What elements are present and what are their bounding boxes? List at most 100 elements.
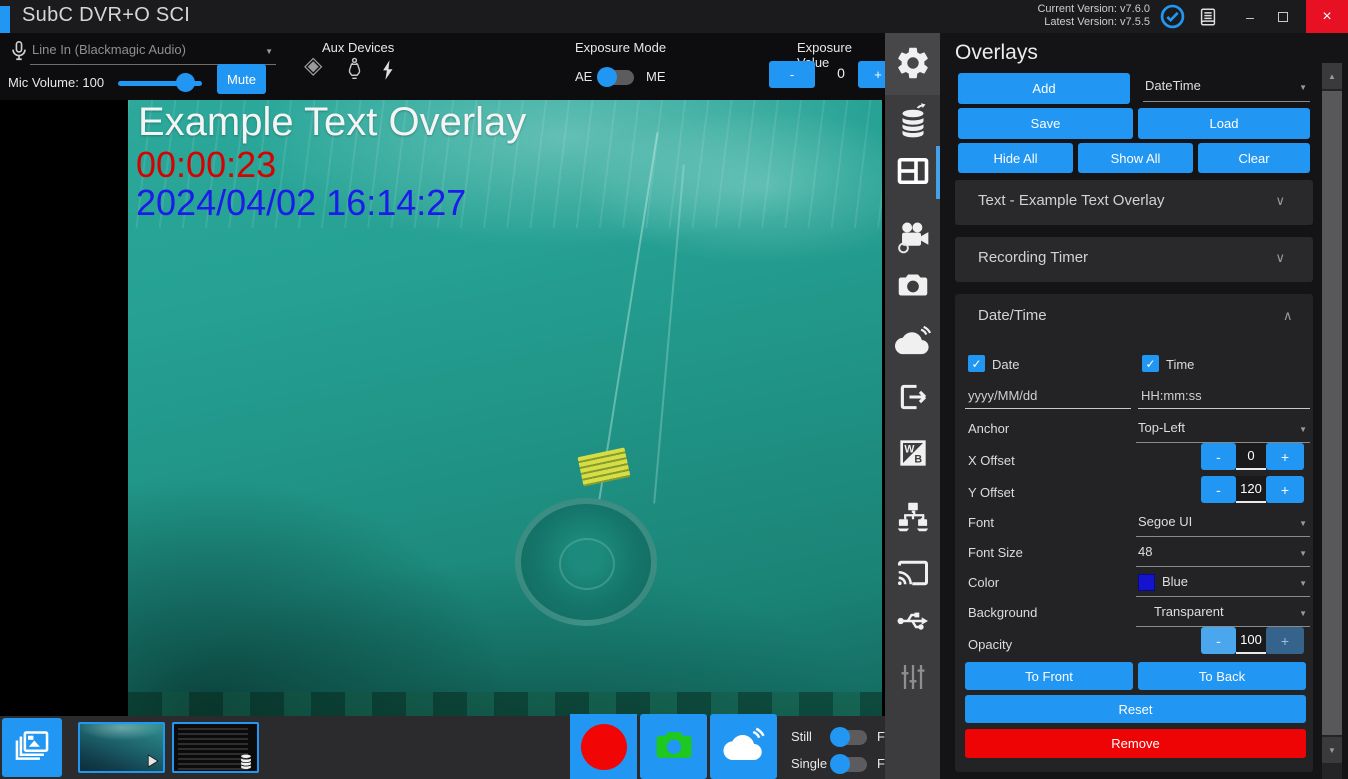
sidebar-item-usb[interactable] (885, 601, 940, 645)
color-dropdown[interactable]: Blue ▼ (1136, 571, 1310, 597)
gear-icon (894, 44, 932, 87)
media-gallery-button[interactable] (2, 718, 62, 777)
section-text-overlay[interactable]: Text - Example Text Overlay ∨ (955, 180, 1313, 225)
mic-volume-slider-knob[interactable] (176, 73, 195, 92)
still-toggle[interactable] (833, 730, 867, 745)
anchor-dropdown[interactable]: Top-Left ▼ (1136, 417, 1310, 443)
reset-button[interactable]: Reset (965, 695, 1306, 723)
background-dropdown[interactable]: Transparent ▼ (1136, 601, 1310, 627)
chevron-down-icon: ∨ (1275, 193, 1285, 209)
aux-strobe-icon[interactable] (379, 56, 397, 84)
x-offset-minus-button[interactable]: - (1201, 443, 1236, 470)
ae-label: AE (575, 69, 592, 84)
sidebar-item-overlays[interactable] (885, 151, 940, 195)
minimize-button[interactable]: – (1233, 0, 1267, 33)
cloud-upload-button[interactable] (710, 714, 777, 779)
bottom-bar: Still F Single F (0, 716, 885, 779)
scrollbar-up-arrow[interactable]: ▲ (1322, 63, 1342, 89)
time-checkbox[interactable]: ✓ (1142, 355, 1159, 372)
export-arrow-icon (896, 380, 930, 419)
audio-input-value: Line In (Blackmagic Audio) (32, 42, 186, 57)
x-offset-plus-button[interactable]: + (1266, 443, 1304, 470)
show-all-button[interactable]: Show All (1078, 143, 1193, 173)
icon-sidebar: WB (885, 33, 940, 779)
sidebar-item-network[interactable] (885, 497, 940, 541)
chevron-down-icon: ▼ (1299, 83, 1307, 92)
single-toggle[interactable] (833, 757, 867, 772)
chevron-up-icon[interactable]: ∧ (1283, 308, 1293, 324)
still-toggle-knob (830, 727, 850, 747)
app-accent-mark (0, 6, 10, 33)
to-front-button[interactable]: To Front (965, 662, 1133, 690)
yellow-tag (577, 447, 630, 486)
maximize-button[interactable] (1266, 0, 1300, 33)
chevron-down-icon: ▼ (1299, 579, 1307, 588)
sidebar-item-export[interactable] (885, 377, 940, 421)
to-back-button[interactable]: To Back (1138, 662, 1306, 690)
aux-lantern-icon[interactable] (344, 55, 365, 85)
section-datetime-title[interactable]: Date/Time (978, 307, 1047, 324)
latest-version: Latest Version: v7.5.5 (990, 16, 1150, 29)
add-overlay-button[interactable]: Add (958, 73, 1130, 104)
opacity-minus-button[interactable]: - (1201, 627, 1236, 654)
record-button[interactable] (570, 714, 637, 779)
sidebar-item-settings[interactable] (885, 43, 940, 87)
exposure-value-minus-button[interactable]: - (769, 61, 815, 88)
sidebar-item-cast[interactable] (885, 553, 940, 597)
audio-input-dropdown[interactable]: Line In (Blackmagic Audio) ▼ (30, 39, 276, 65)
close-button[interactable]: × (1306, 0, 1348, 33)
single-partial-label: F (877, 756, 885, 771)
current-version: Current Version: v7.6.0 (990, 3, 1150, 16)
aux-diamond-icon[interactable]: ◈ (304, 51, 322, 80)
manual-book-icon[interactable] (1197, 6, 1219, 28)
x-offset-value[interactable]: 0 (1236, 443, 1266, 470)
video-preview[interactable]: Example Text Overlay 00:00:23 2024/04/02… (128, 100, 882, 716)
x-offset-label: X Offset (968, 453, 1015, 468)
y-offset-minus-button[interactable]: - (1201, 476, 1236, 503)
data-log-thumbnail[interactable] (172, 722, 259, 773)
date-format-input[interactable]: yyyy/MM/dd (965, 385, 1131, 409)
hide-all-button[interactable]: Hide All (958, 143, 1073, 173)
sidebar-item-adjustments[interactable] (885, 657, 940, 701)
still-label: Still (791, 729, 812, 744)
section-recording-timer[interactable]: Recording Timer ∨ (955, 237, 1313, 282)
network-devices-icon (895, 499, 931, 540)
snapshot-button[interactable] (640, 714, 707, 779)
record-icon (581, 724, 627, 770)
sidebar-item-data-storage[interactable] (885, 101, 940, 145)
font-dropdown[interactable]: Segoe UI ▼ (1136, 511, 1310, 537)
y-offset-plus-button[interactable]: + (1266, 476, 1304, 503)
video-clip-thumbnail[interactable] (78, 722, 165, 773)
font-size-dropdown[interactable]: 48 ▼ (1136, 541, 1310, 567)
svg-text:B: B (914, 453, 922, 465)
opacity-plus-button[interactable]: + (1266, 627, 1304, 654)
chevron-down-icon: ▼ (1299, 425, 1307, 434)
date-checkbox[interactable]: ✓ (968, 355, 985, 372)
sidebar-item-snapshot[interactable] (885, 265, 940, 309)
save-overlays-button[interactable]: Save (958, 108, 1133, 139)
panel-title: Overlays (955, 41, 1038, 65)
version-info: Current Version: v7.6.0 Latest Version: … (990, 3, 1150, 29)
app-window: SubC DVR+O SCI Current Version: v7.6.0 L… (0, 0, 1348, 779)
exposure-mode-toggle[interactable] (600, 70, 634, 85)
chevron-down-icon: ▼ (1299, 549, 1307, 558)
mute-button[interactable]: Mute (217, 64, 266, 94)
load-overlays-button[interactable]: Load (1138, 108, 1310, 139)
remove-button[interactable]: Remove (965, 729, 1306, 758)
overlay-type-dropdown[interactable]: DateTime ▼ (1143, 75, 1310, 102)
chevron-down-icon: ▼ (265, 47, 273, 56)
scrollbar-down-arrow[interactable]: ▼ (1322, 737, 1342, 763)
clear-button[interactable]: Clear (1198, 143, 1310, 173)
version-ok-icon[interactable] (1160, 4, 1185, 29)
maximize-icon (1278, 12, 1288, 22)
time-format-input[interactable]: HH:mm:ss (1138, 385, 1310, 409)
sidebar-item-cloud[interactable] (885, 321, 940, 365)
y-offset-value[interactable]: 120 (1236, 476, 1266, 503)
exposure-mode-toggle-knob (597, 67, 617, 87)
panel-scrollbar-thumb[interactable] (1322, 91, 1342, 735)
chevron-down-icon: ▼ (1299, 519, 1307, 528)
sidebar-item-white-balance[interactable]: WB (885, 433, 940, 477)
sidebar-item-video-settings[interactable] (885, 217, 940, 261)
opacity-value[interactable]: 100 (1236, 627, 1266, 654)
top-toolbar: Line In (Blackmagic Audio) ▼ Mic Volume:… (0, 33, 885, 100)
